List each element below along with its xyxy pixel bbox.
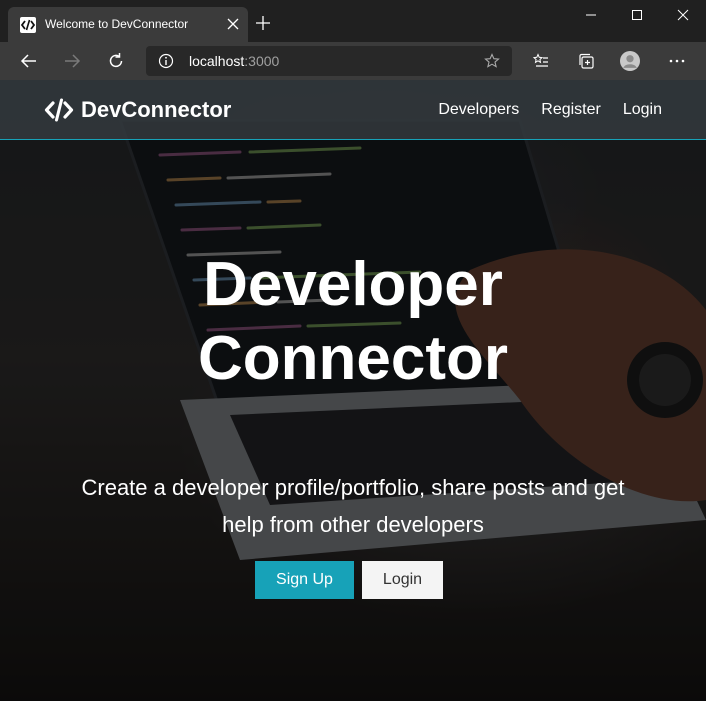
- close-window-icon[interactable]: [660, 0, 706, 30]
- navbar: DevConnector Developers Register Login: [0, 80, 706, 140]
- browser-toolbar: localhost:3000: [0, 42, 706, 80]
- nav-link-login[interactable]: Login: [623, 101, 662, 119]
- signup-button[interactable]: Sign Up: [255, 561, 354, 599]
- hero-title-line-1: Developer: [203, 250, 503, 319]
- maximize-icon[interactable]: [614, 0, 660, 30]
- url-text: localhost:3000: [189, 53, 279, 69]
- new-tab-icon[interactable]: [256, 16, 270, 30]
- nav-link-developers[interactable]: Developers: [438, 101, 519, 119]
- favorites-list-icon[interactable]: [531, 51, 551, 71]
- nav-link-register[interactable]: Register: [541, 101, 601, 119]
- info-icon[interactable]: [158, 53, 174, 69]
- profile-avatar-icon[interactable]: [620, 51, 640, 71]
- more-options-icon[interactable]: [667, 51, 687, 71]
- url-host: localhost: [189, 53, 245, 69]
- hero-title: Developer Connector: [0, 248, 706, 396]
- browser-titlebar: Welcome to DevConnector: [0, 0, 706, 42]
- hero-title-line-2: Connector: [198, 324, 508, 393]
- code-icon: [44, 98, 74, 122]
- tab-title: Welcome to DevConnector: [45, 17, 189, 31]
- url-port: :3000: [244, 53, 280, 69]
- code-icon: [20, 17, 36, 33]
- login-button[interactable]: Login: [362, 561, 443, 599]
- forward-arrow-icon[interactable]: [62, 51, 82, 71]
- brand-logo[interactable]: DevConnector: [44, 97, 231, 123]
- refresh-icon[interactable]: [106, 51, 126, 71]
- favorite-star-icon[interactable]: [484, 53, 500, 69]
- close-tab-icon[interactable]: [226, 17, 240, 31]
- minimize-icon[interactable]: [568, 0, 614, 30]
- nav-links: Developers Register Login: [416, 101, 662, 119]
- address-bar[interactable]: localhost:3000: [146, 46, 512, 76]
- brand-name: DevConnector: [81, 97, 232, 122]
- browser-tab[interactable]: Welcome to DevConnector: [8, 7, 248, 42]
- landing-page: DevConnector Developers Register Login D…: [0, 80, 706, 701]
- hero-lead: Create a developer profile/portfolio, sh…: [81, 475, 625, 537]
- collections-icon[interactable]: [576, 51, 596, 71]
- back-arrow-icon[interactable]: [19, 51, 39, 71]
